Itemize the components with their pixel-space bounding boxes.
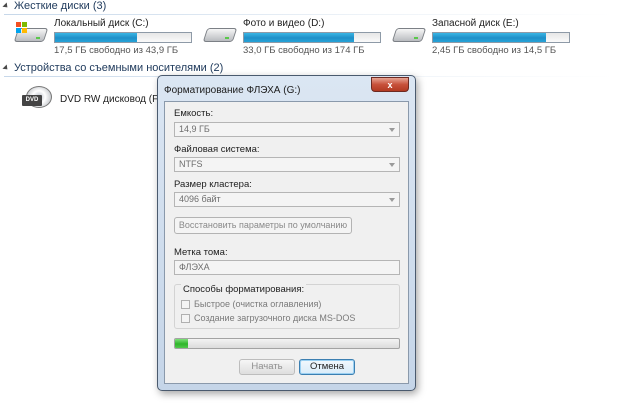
removable-header-label: Устройства со съемными носителями (2) — [14, 62, 224, 74]
drive-usage-fill — [244, 33, 355, 42]
volume-label-input[interactable]: ФЛЭХА — [174, 260, 400, 275]
start-button[interactable]: Начать — [239, 359, 295, 375]
msdos-boot-checkbox[interactable]: Создание загрузочного диска MS-DOS — [181, 313, 355, 323]
cluster-size-label: Размер кластера: — [174, 179, 252, 190]
collapse-triangle-icon[interactable] — [2, 2, 10, 10]
format-progress-bar — [174, 338, 400, 349]
capacity-label: Емкость: — [174, 108, 214, 119]
chevron-down-icon — [389, 198, 395, 202]
format-options-group: Способы форматирования: Быстрое (очистка… — [174, 284, 400, 329]
msdos-boot-label: Создание загрузочного диска MS-DOS — [194, 313, 356, 323]
drive-name: Запасной диск (E:) — [432, 18, 519, 29]
dialog-client-area: Емкость: 14,9 ГБ Файловая система: NTFS … — [164, 101, 409, 384]
windows-drive-icon — [13, 22, 49, 46]
close-button[interactable]: x — [371, 77, 409, 92]
dvd-drive-icon: DVD — [22, 86, 54, 114]
close-icon: x — [387, 80, 393, 90]
dvd-badge: DVD — [22, 95, 42, 106]
capacity-select[interactable]: 14,9 ГБ — [174, 122, 400, 137]
hard-drive-icon — [202, 22, 238, 46]
hard-disks-group-header[interactable]: Жесткие диски (3) — [2, 0, 107, 12]
drive-free-space: 33,0 ГБ свободно из 174 ГБ — [243, 45, 365, 56]
checkbox-icon — [181, 313, 190, 323]
volume-label-label: Метка тома: — [174, 247, 228, 258]
drive-usage-bar — [432, 32, 570, 43]
hard-drive-icon — [391, 22, 427, 46]
cluster-size-value: 4096 байт — [179, 194, 221, 204]
format-dialog: Форматирование ФЛЭХА (G:) x Емкость: 14,… — [157, 75, 416, 391]
drive-usage-fill — [433, 33, 546, 42]
drive-name: Локальный диск (C:) — [54, 18, 149, 29]
chevron-down-icon — [389, 163, 395, 167]
format-options-title: Способы форматирования: — [181, 284, 307, 295]
drive-name: Фото и видео (D:) — [243, 18, 325, 29]
dialog-title: Форматирование ФЛЭХА (G:) — [164, 85, 301, 96]
cluster-size-select[interactable]: 4096 байт — [174, 192, 400, 207]
drive-usage-bar — [54, 32, 192, 43]
format-progress-fill — [175, 339, 189, 348]
drive-free-space: 17,5 ГБ свободно из 43,9 ГБ — [54, 45, 179, 56]
checkbox-icon — [181, 299, 190, 309]
filesystem-select[interactable]: NTFS — [174, 157, 400, 172]
drive-free-space: 2,45 ГБ свободно из 14,5 ГБ — [432, 45, 557, 56]
cancel-button[interactable]: Отмена — [299, 359, 355, 375]
chevron-down-icon — [389, 128, 395, 132]
collapse-triangle-icon[interactable] — [2, 64, 10, 72]
drive-usage-bar — [243, 32, 381, 43]
filesystem-value: NTFS — [179, 159, 203, 169]
restore-defaults-button[interactable]: Восстановить параметры по умолчанию — [174, 217, 352, 234]
dvd-drive-name: DVD RW дисковод (F:) — [60, 94, 165, 105]
drive-usage-fill — [55, 33, 137, 42]
explorer-window: Жесткие диски (3) Локальный диск (C:) 17… — [0, 0, 620, 413]
filesystem-label: Файловая система: — [174, 144, 260, 155]
drive-d[interactable]: Фото и видео (D:) 33,0 ГБ свободно из 17… — [202, 18, 381, 56]
drive-c[interactable]: Локальный диск (C:) 17,5 ГБ свободно из … — [13, 18, 192, 56]
hard-disks-header-label: Жесткие диски (3) — [14, 0, 107, 12]
dvd-drive[interactable]: DVD DVD RW дисковод (F:) — [22, 86, 164, 114]
quick-format-label: Быстрое (очистка оглавления) — [194, 299, 322, 309]
capacity-value: 14,9 ГБ — [179, 124, 210, 134]
drive-e[interactable]: Запасной диск (E:) 2,45 ГБ свободно из 1… — [391, 18, 570, 56]
quick-format-checkbox[interactable]: Быстрое (очистка оглавления) — [181, 299, 321, 309]
group-divider — [4, 14, 614, 15]
removable-group-header[interactable]: Устройства со съемными носителями (2) — [2, 62, 224, 74]
